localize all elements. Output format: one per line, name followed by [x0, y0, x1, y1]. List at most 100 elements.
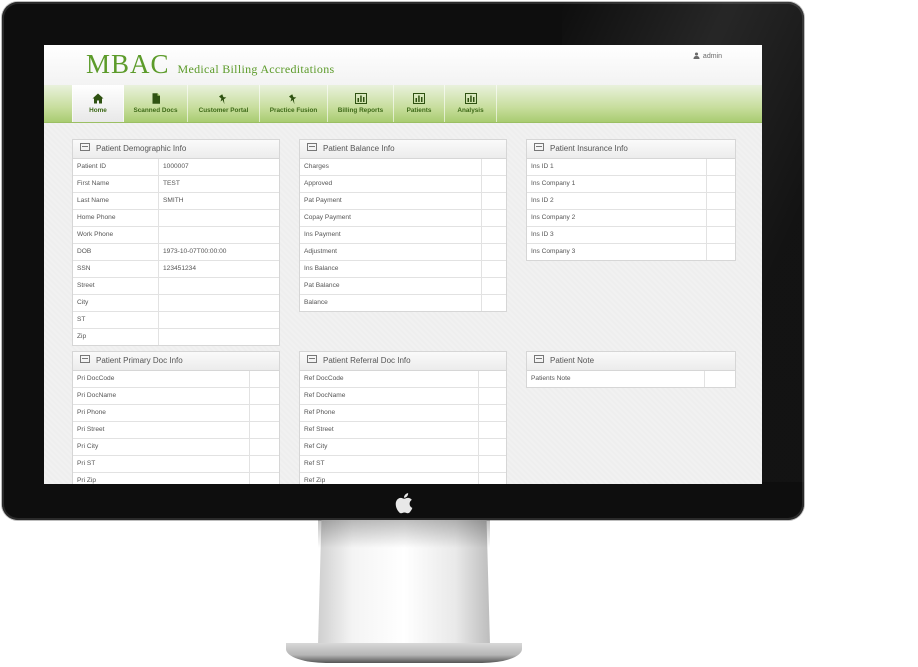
- row-value: [707, 159, 735, 175]
- panel-title: Patient Balance Info: [323, 144, 395, 153]
- table-row: Ins ID 1: [527, 159, 735, 176]
- row-label: Last Name: [73, 193, 159, 209]
- bar-chart-icon: [354, 93, 367, 104]
- row-label: Ins Company 3: [527, 244, 707, 260]
- row-label: First Name: [73, 176, 159, 192]
- table-row: Pri Phone: [73, 405, 279, 422]
- table-row: Balance: [300, 295, 506, 311]
- table-row: Approved: [300, 176, 506, 193]
- row-value: [159, 312, 279, 328]
- row-label: Copay Payment: [300, 210, 482, 226]
- row-value: [482, 193, 506, 209]
- app-logo[interactable]: MBAC Medical Billing Accreditations: [86, 49, 335, 80]
- row-label: City: [73, 295, 159, 311]
- list-icon: [80, 355, 90, 363]
- row-label: Ref Phone: [300, 405, 479, 421]
- nav-customer-portal[interactable]: Customer Portal: [188, 85, 260, 122]
- row-value: [482, 295, 506, 311]
- monitor-stand-shadow: [318, 520, 490, 548]
- table-row: Pat Payment: [300, 193, 506, 210]
- nav-practice-fusion[interactable]: Practice Fusion: [260, 85, 328, 122]
- row-value: [159, 278, 279, 294]
- panel-title: Patient Insurance Info: [550, 144, 628, 153]
- row-value: TEST: [163, 180, 180, 187]
- table-row: City: [73, 295, 279, 312]
- app-screen: MBAC Medical Billing Accreditations admi…: [44, 45, 762, 484]
- table-row: Patients Note: [527, 371, 735, 387]
- row-label: Ins ID 1: [527, 159, 707, 175]
- table-row: Pri DocCode: [73, 371, 279, 388]
- row-value: [159, 227, 279, 243]
- nav-analysis[interactable]: Analysis: [445, 85, 497, 122]
- table-row: Copay Payment: [300, 210, 506, 227]
- table-row: Ins Payment: [300, 227, 506, 244]
- row-value: [250, 422, 279, 438]
- row-value: [482, 227, 506, 243]
- row-value: [159, 295, 279, 311]
- table-row: Pri DocName: [73, 388, 279, 405]
- nav-scanned-docs[interactable]: Scanned Docs: [124, 85, 188, 122]
- row-label: Patient ID: [73, 159, 159, 175]
- row-value: 123451234: [163, 265, 197, 272]
- apple-logo-icon: [395, 493, 413, 514]
- row-label: Pri ST: [73, 456, 250, 472]
- table-row: Ins Company 3: [527, 244, 735, 260]
- row-label: Ref DocName: [300, 388, 479, 404]
- table-row: Patient ID 1000007: [73, 159, 279, 176]
- pushpin-icon: [288, 94, 296, 104]
- row-label: Approved: [300, 176, 482, 192]
- list-icon: [534, 143, 544, 151]
- nav-billing-reports[interactable]: Billing Reports: [328, 85, 394, 122]
- panel-primary-doc: Patient Primary Doc Info Pri DocCode Pri…: [72, 351, 280, 484]
- table-row: Work Phone: [73, 227, 279, 244]
- nav-home[interactable]: Home: [72, 85, 124, 122]
- list-icon: [80, 143, 90, 151]
- table-row: Ins Company 2: [527, 210, 735, 227]
- user-menu[interactable]: admin: [693, 52, 722, 60]
- table-row: Ref Zip: [300, 473, 506, 484]
- panel-table: Ref DocCode Ref DocName Ref Phone Ref St…: [300, 371, 506, 484]
- row-label: Pri Street: [73, 422, 250, 438]
- panel-title: Patient Primary Doc Info: [96, 356, 183, 365]
- row-value: [479, 422, 506, 438]
- table-row: Pat Balance: [300, 278, 506, 295]
- row-label: Pri DocName: [73, 388, 250, 404]
- table-row: Pri ST: [73, 456, 279, 473]
- row-value: [482, 159, 506, 175]
- table-row: Home Phone: [73, 210, 279, 227]
- row-value: [479, 473, 506, 484]
- app-header: MBAC Medical Billing Accreditations admi…: [44, 45, 762, 85]
- pushpin-icon: [218, 94, 226, 104]
- row-value: [482, 244, 506, 260]
- row-value: [707, 210, 735, 226]
- row-value: SMITH: [163, 197, 184, 204]
- nav-label: Home: [89, 107, 107, 114]
- row-label: Pri DocCode: [73, 371, 250, 387]
- main-nav: Home Scanned Docs Customer Portal Practi…: [44, 85, 762, 123]
- row-label: Pat Payment: [300, 193, 482, 209]
- row-value: [479, 456, 506, 472]
- row-label: Ins ID 2: [527, 193, 707, 209]
- list-icon: [307, 143, 317, 151]
- nav-patients[interactable]: Patients: [394, 85, 445, 122]
- row-label: Ref Zip: [300, 473, 479, 484]
- row-label: Pri Phone: [73, 405, 250, 421]
- table-row: Ins Balance: [300, 261, 506, 278]
- panel-header: Patient Balance Info: [300, 140, 506, 159]
- table-row: Ref ST: [300, 456, 506, 473]
- panel-table: Pri DocCode Pri DocName Pri Phone Pri St…: [73, 371, 279, 484]
- row-value: [250, 473, 279, 484]
- table-row: Charges: [300, 159, 506, 176]
- panel-table: Charges Approved Pat Payment Copay Payme…: [300, 159, 506, 311]
- user-name: admin: [702, 53, 722, 60]
- row-label: Ref DocCode: [300, 371, 479, 387]
- row-value: [479, 405, 506, 421]
- table-row: Ref City: [300, 439, 506, 456]
- table-row: SSN 123451234: [73, 261, 279, 278]
- row-value: [250, 388, 279, 404]
- nav-label: Practice Fusion: [269, 107, 318, 114]
- row-value: [250, 456, 279, 472]
- document-icon: [152, 93, 160, 104]
- row-label: Zip: [73, 329, 159, 345]
- row-value: [479, 439, 506, 455]
